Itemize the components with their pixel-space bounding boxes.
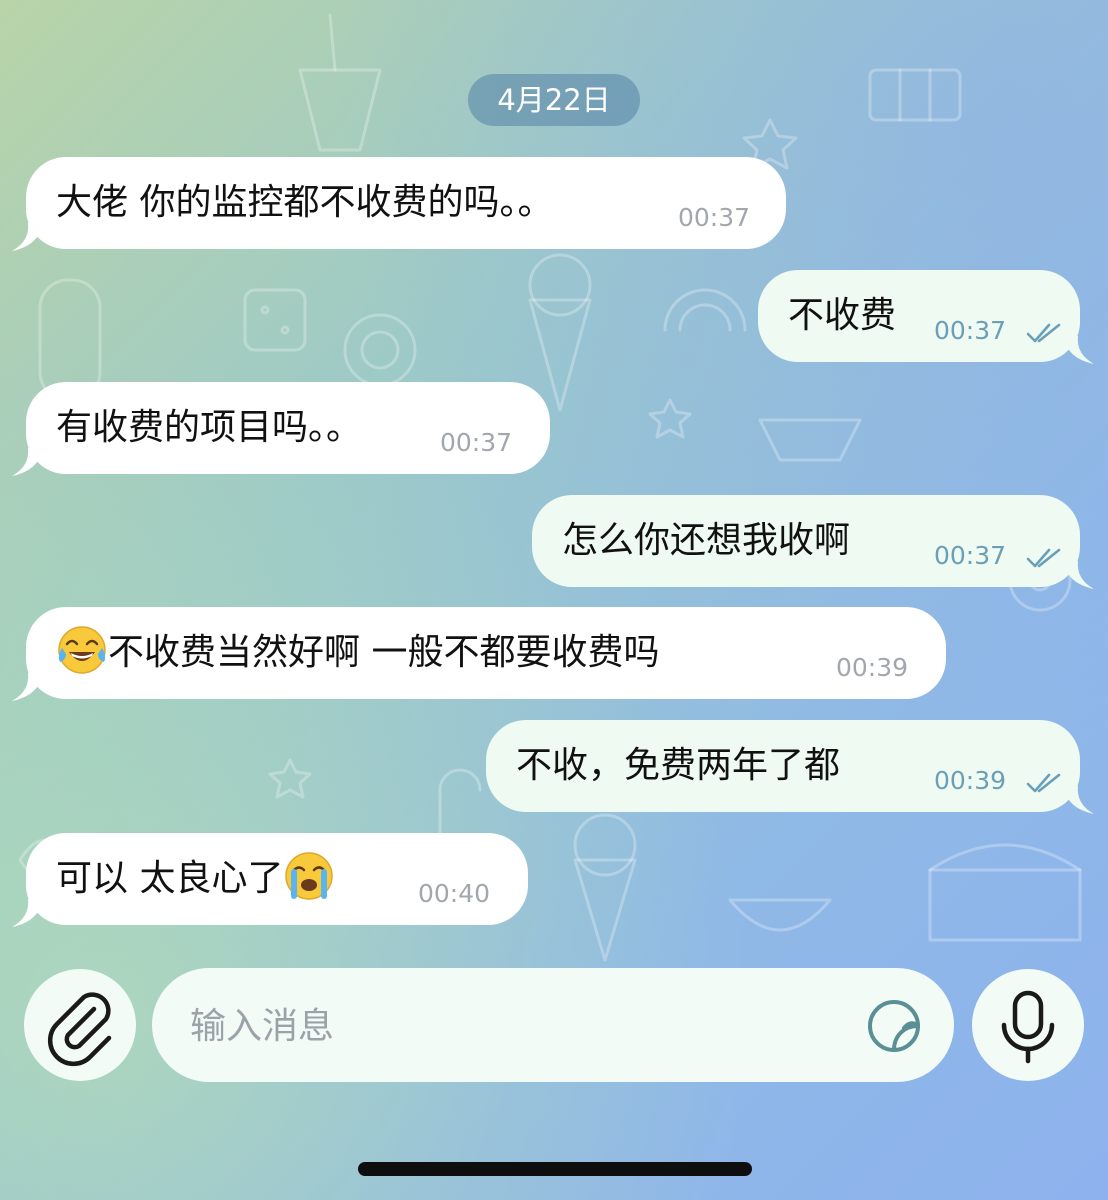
message-text: 不收费 xyxy=(788,295,897,336)
message-bubble-incoming[interactable]: 大佬 你的监控都不收费的吗。。 00:37 xyxy=(12,157,786,251)
message-text: 可以 太良心了 xyxy=(56,858,284,899)
read-checkmarks-icon xyxy=(1026,548,1061,568)
message-text: 不收费当然好啊 一般不都要收费吗 xyxy=(108,632,660,673)
read-checkmarks-icon xyxy=(1026,323,1061,343)
read-checkmarks-icon xyxy=(1026,773,1061,793)
home-indicator[interactable] xyxy=(358,1162,752,1176)
microphone-icon xyxy=(1001,990,1055,1064)
message-time: 00:37 xyxy=(934,541,1007,570)
paperclip-icon xyxy=(47,992,112,1067)
message-input-bar[interactable] xyxy=(152,968,954,1082)
message-bubble-incoming[interactable]: 有收费的项目吗。。 00:37 xyxy=(12,382,550,476)
message-text: 不收，免费两年了都 xyxy=(516,745,841,786)
bubble-tail xyxy=(12,223,42,251)
message-bubble-incoming[interactable]: 不收费当然好啊 一般不都要收费吗 00:39 xyxy=(12,607,946,701)
message-text: 大佬 你的监控都不收费的吗。。 xyxy=(56,182,554,223)
voice-record-button[interactable] xyxy=(972,969,1084,1081)
date-separator: 4月22日 xyxy=(468,74,640,126)
message-bubble-outgoing[interactable]: 不收费 00:37 xyxy=(758,270,1094,364)
message-text: 怎么你还想我收啊 xyxy=(562,520,851,561)
message-input[interactable] xyxy=(188,992,832,1060)
loudly-crying-face-icon xyxy=(285,852,334,900)
message-time: 00:39 xyxy=(934,766,1007,795)
sticker-icon[interactable] xyxy=(866,998,922,1054)
bubble-tail xyxy=(1064,786,1094,814)
bubble-tail xyxy=(12,899,42,927)
message-content: 可以 太良心了 xyxy=(56,852,335,903)
message-text: 有收费的项目吗。。 xyxy=(56,407,363,448)
bubble-tail xyxy=(1064,561,1094,589)
bubble-tail xyxy=(12,448,42,476)
message-time: 00:39 xyxy=(836,653,909,682)
attach-button[interactable] xyxy=(24,969,136,1081)
message-time: 00:37 xyxy=(934,316,1007,345)
message-time: 00:37 xyxy=(678,203,751,232)
bubble-tail xyxy=(12,673,42,701)
face-with-tears-of-joy-icon xyxy=(58,626,106,674)
message-content: 不收费当然好啊 一般不都要收费吗 xyxy=(56,626,660,677)
message-bubble-incoming[interactable]: 可以 太良心了 00:40 xyxy=(12,833,528,927)
bubble-tail xyxy=(1064,336,1094,364)
message-time: 00:40 xyxy=(418,879,491,908)
message-bubble-outgoing[interactable]: 怎么你还想我收啊 00:37 xyxy=(532,495,1094,589)
message-time: 00:37 xyxy=(440,428,513,457)
message-bubble-outgoing[interactable]: 不收，免费两年了都 00:39 xyxy=(486,720,1094,814)
